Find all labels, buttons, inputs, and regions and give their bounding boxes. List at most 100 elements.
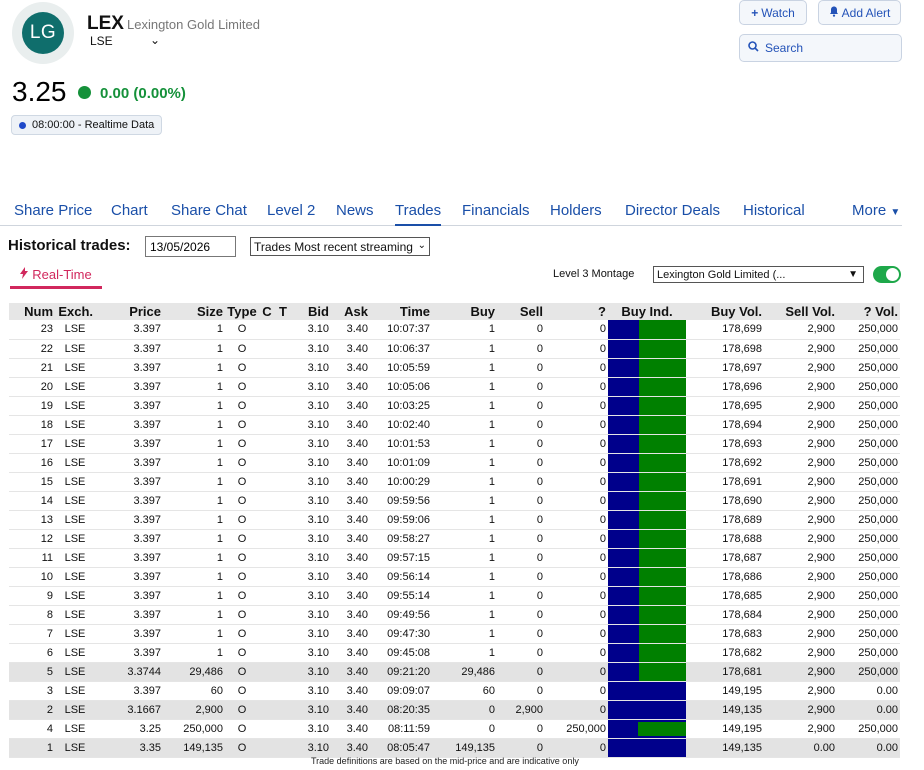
cell-size: 1 [163,510,225,530]
table-row[interactable]: 19 LSE 3.397 1 O 3.10 3.40 10:03:25 1 0 0 178,695 2,… [9,396,900,416]
cell-ask: 3.40 [331,548,370,568]
search-icon [748,41,759,55]
tab-trades[interactable]: Trades [395,202,442,226]
table-row[interactable]: 12 LSE 3.397 1 O 3.10 3.40 09:58:27 1 0 0 178,688 2,… [9,529,900,549]
col-price[interactable]: Price [95,303,163,320]
cell-bid: 3.10 [291,643,331,663]
cell-c [259,415,275,435]
cell-t [275,358,291,378]
search-input[interactable]: Search [739,34,902,62]
cell-price: 3.397 [95,472,163,492]
cell-sell: 0 [497,396,545,416]
cell-exch: LSE [55,643,95,663]
table-row[interactable]: 9 LSE 3.397 1 O 3.10 3.40 09:55:14 1 0 0 178,685 2,9… [9,586,900,606]
tab-director-deals[interactable]: Director Deals [625,202,720,219]
date-input[interactable] [145,236,236,257]
cell-time: 10:07:37 [370,320,432,340]
table-row[interactable]: 3 LSE 3.397 60 O 3.10 3.40 09:09:07 60 0 0 149,195 2… [9,681,900,701]
col-time[interactable]: Time [370,303,432,320]
cell-buy: 1 [432,567,497,587]
cell-time: 10:06:37 [370,339,432,359]
cell-t [275,586,291,606]
cell-t [275,643,291,663]
level3-toggle[interactable] [873,266,901,283]
cell-sell-vol: 2,900 [764,453,837,473]
col-type[interactable]: Type [225,303,259,320]
table-row[interactable]: 16 LSE 3.397 1 O 3.10 3.40 10:01:09 1 0 0 178,692 2,… [9,453,900,473]
table-row[interactable]: 18 LSE 3.397 1 O 3.10 3.40 10:02:40 1 0 0 178,694 2,… [9,415,900,435]
buy-indicator-bar [639,605,686,624]
trades-mode-select[interactable]: Trades Most recent streaming ⌄ [250,237,430,256]
col-unknown-vol[interactable]: ? Vol. [837,303,900,320]
table-row[interactable]: 17 LSE 3.397 1 O 3.10 3.40 10:01:53 1 0 0 178,693 2,… [9,434,900,454]
cell-q-vol: 250,000 [837,320,900,340]
table-row[interactable]: 7 LSE 3.397 1 O 3.10 3.40 09:47:30 1 0 0 178,683 2,9… [9,624,900,644]
col-buy-vol[interactable]: Buy Vol. [686,303,764,320]
table-row[interactable]: 20 LSE 3.397 1 O 3.10 3.40 10:05:06 1 0 0 178,696 2,… [9,377,900,397]
realtime-tab[interactable]: Real-Time [10,263,102,289]
tab-share-price[interactable]: Share Price [14,202,92,219]
tab-news[interactable]: News [336,202,374,219]
buy-indicator-bar [639,434,686,453]
col-sell-vol[interactable]: Sell Vol. [764,303,837,320]
chevron-down-icon[interactable]: ⌄ [150,33,160,47]
col-ask[interactable]: Ask [331,303,370,320]
cell-time: 09:58:27 [370,529,432,549]
col-sell[interactable]: Sell [497,303,545,320]
col-size[interactable]: Size [163,303,225,320]
cell-buy-vol: 178,684 [686,605,764,625]
table-row[interactable]: 11 LSE 3.397 1 O 3.10 3.40 09:57:15 1 0 0 178,687 2,… [9,548,900,568]
tab-level-2[interactable]: Level 2 [267,202,315,219]
tab-more[interactable]: More ▼ [852,202,900,219]
table-row[interactable]: 15 LSE 3.397 1 O 3.10 3.40 10:00:29 1 0 0 178,691 2,… [9,472,900,492]
buy-indicator-bar [639,586,686,605]
cell-sell: 0 [497,472,545,492]
table-row[interactable]: 23 LSE 3.397 1 O 3.10 3.40 10:07:37 1 0 0 178,699 2,… [9,320,900,340]
add-alert-button[interactable]: Add Alert [818,0,901,25]
watch-button[interactable]: + Watch [739,0,807,25]
table-row[interactable]: 1 LSE 3.35 149,135 O 3.10 3.40 08:05:47 149,135 0… [9,738,900,758]
more-label: More [852,202,887,219]
cell-buy-vol: 178,696 [686,377,764,397]
tab-historical[interactable]: Historical [743,202,805,219]
cell-buy-vol: 149,195 [686,681,764,701]
col-buy[interactable]: Buy [432,303,497,320]
cell-type: O [225,453,259,473]
col-exch[interactable]: Exch. [55,303,95,320]
cell-bid: 3.10 [291,605,331,625]
tab-share-chat[interactable]: Share Chat [171,202,247,219]
table-row[interactable]: 2 LSE 3.1667 2,900 O 3.10 3.40 08:20:35 0 2,900 0 1… [9,700,900,720]
cell-q-vol: 250,000 [837,358,900,378]
cell-buy: 0 [432,700,497,720]
tab-financials[interactable]: Financials [462,202,530,219]
tab-chart[interactable]: Chart [111,202,148,219]
cell-ask: 3.40 [331,358,370,378]
cell-buy: 1 [432,377,497,397]
col-bid[interactable]: Bid [291,303,331,320]
col-buy-ind[interactable]: Buy Ind. [608,303,686,320]
level3-select[interactable]: Lexington Gold Limited (... ▼ [653,266,864,283]
col-t[interactable]: T [275,303,291,320]
col-c[interactable]: C [259,303,275,320]
cell-time: 10:01:09 [370,453,432,473]
table-row[interactable]: 6 LSE 3.397 1 O 3.10 3.40 09:45:08 1 0 0 178,682 2,9… [9,643,900,663]
live-dot-icon [19,121,26,129]
cell-buy-vol: 178,685 [686,586,764,606]
cell-buy: 1 [432,586,497,606]
table-row[interactable]: 10 LSE 3.397 1 O 3.10 3.40 09:56:14 1 0 0 178,686 2,… [9,567,900,587]
table-row[interactable]: 13 LSE 3.397 1 O 3.10 3.40 09:59:06 1 0 0 178,689 2,… [9,510,900,530]
table-row[interactable]: 5 LSE 3.3744 29,486 O 3.10 3.40 09:21:20 29,486 0… [9,662,900,682]
table-row[interactable]: 8 LSE 3.397 1 O 3.10 3.40 09:49:56 1 0 0 178,684 2,9… [9,605,900,625]
table-row[interactable]: 22 LSE 3.397 1 O 3.10 3.40 10:06:37 1 0 0 178,698 2,… [9,339,900,359]
table-row[interactable]: 4 LSE 3.25 250,000 O 3.10 3.40 08:11:59 0 0 250,00… [9,719,900,739]
table-row[interactable]: 14 LSE 3.397 1 O 3.10 3.40 09:59:56 1 0 0 178,690 2,… [9,491,900,511]
col-unknown[interactable]: ? [545,303,608,320]
table-row[interactable]: 21 LSE 3.397 1 O 3.10 3.40 10:05:59 1 0 0 178,697 2,… [9,358,900,378]
cell-exch: LSE [55,510,95,530]
tab-holders[interactable]: Holders [550,202,602,219]
col-num[interactable]: Num [9,303,55,320]
cell-c [259,358,275,378]
cell-ask: 3.40 [331,415,370,435]
cell-ask: 3.40 [331,510,370,530]
cell-buy: 0 [432,719,497,739]
